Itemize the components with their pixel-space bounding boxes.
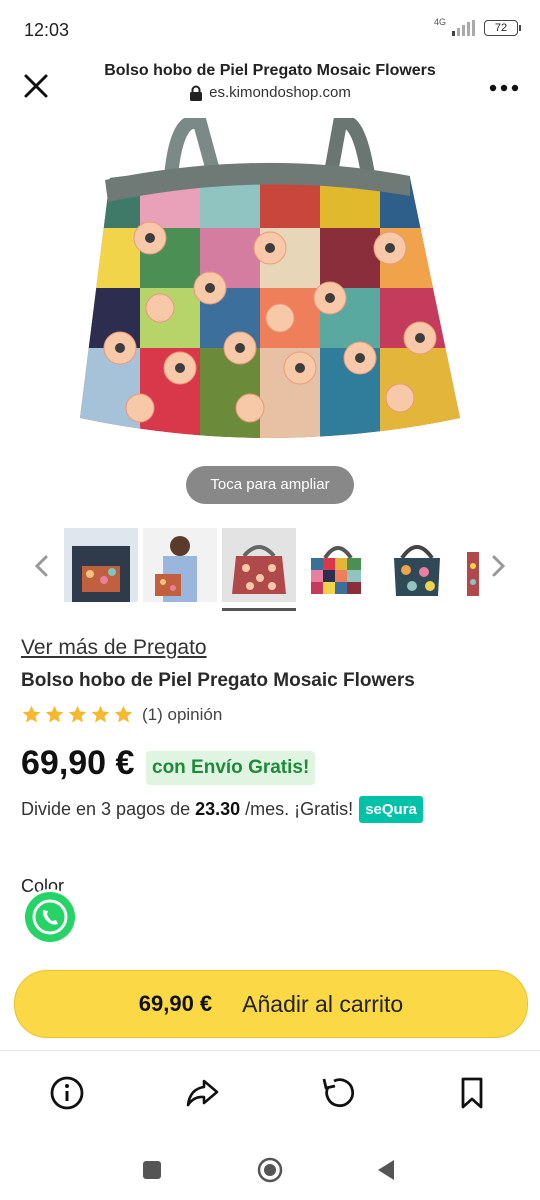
bookmark-icon[interactable] xyxy=(454,1075,490,1111)
product-price: 69,90 € xyxy=(21,744,135,782)
cart-button-label: Añadir al carrito xyxy=(242,990,404,1017)
system-navigation-bar xyxy=(0,1142,540,1200)
page-title-block: Bolso hobo de Piel Pregato Mosaic Flower… xyxy=(80,62,460,101)
thumbnail-image xyxy=(380,528,454,602)
cart-button-price: 69,90 € xyxy=(138,991,213,1016)
star-icon xyxy=(45,705,64,723)
browser-bottom-toolbar xyxy=(0,1050,540,1143)
star-icon xyxy=(91,705,110,723)
browser-topbar: Bolso hobo de Piel Pregato Mosaic Flower… xyxy=(0,56,540,119)
chevron-right-icon[interactable] xyxy=(488,554,508,578)
sequra-badge[interactable]: seQura xyxy=(359,796,423,823)
star-icon xyxy=(22,705,41,723)
installments-suffix: /mes. ¡Gratis! xyxy=(245,799,354,819)
page-title: Bolso hobo de Piel Pregato Mosaic Flower… xyxy=(104,62,436,79)
thumbnail-4[interactable] xyxy=(301,528,375,602)
thumbnail-carousel xyxy=(0,520,540,616)
lock-icon xyxy=(190,85,203,101)
brand-link[interactable]: Ver más de Pregato xyxy=(21,636,207,660)
active-thumbnail-indicator xyxy=(222,608,296,611)
star-icon xyxy=(114,705,133,723)
status-time: 12:03 xyxy=(24,20,70,40)
thumbnail-3[interactable] xyxy=(222,528,296,602)
product-main-image[interactable]: Toca para ampliar xyxy=(0,114,540,510)
thumbnail-1[interactable] xyxy=(64,528,138,602)
free-shipping-badge: con Envío Gratis! xyxy=(146,751,316,785)
back-icon[interactable] xyxy=(372,1156,400,1184)
domain-text: es.kimondoshop.com xyxy=(209,84,351,101)
thumbnail-6[interactable] xyxy=(459,528,479,602)
zoom-hint[interactable]: Toca para ampliar xyxy=(186,466,354,504)
add-to-cart-button[interactable]: 69,90 € Añadir al carrito xyxy=(14,970,528,1038)
url-row: es.kimondoshop.com xyxy=(80,84,460,101)
recents-icon[interactable] xyxy=(138,1156,166,1184)
reload-icon[interactable] xyxy=(320,1075,356,1111)
installments-prefix: Divide en 3 pagos de xyxy=(21,799,191,819)
thumbnail-image xyxy=(64,528,138,602)
home-icon[interactable] xyxy=(256,1156,284,1184)
close-icon[interactable] xyxy=(18,68,54,104)
star-icon xyxy=(68,705,87,723)
rating-text[interactable]: (1) opinión xyxy=(142,705,222,725)
thumbnail-image xyxy=(459,528,479,602)
info-icon[interactable] xyxy=(49,1075,85,1111)
battery-icon: 72 xyxy=(484,20,521,36)
installments-row: Divide en 3 pagos de 23.30 /mes. ¡Gratis… xyxy=(21,796,423,823)
thumbnail-2[interactable] xyxy=(143,528,217,602)
thumbnail-image xyxy=(301,528,375,602)
bag-illustration xyxy=(80,114,460,438)
rating-row[interactable]: (1) opinión xyxy=(21,704,222,725)
thumbnail-image xyxy=(143,528,217,602)
chevron-left-icon[interactable] xyxy=(32,554,52,578)
installments-amount: 23.30 xyxy=(195,799,241,819)
share-icon[interactable] xyxy=(184,1075,220,1111)
network-type: 4G xyxy=(433,17,446,27)
thumbnail-image xyxy=(222,528,296,602)
more-options-icon[interactable] xyxy=(486,74,522,102)
signal-icon xyxy=(452,20,475,36)
product-name: Bolso hobo de Piel Pregato Mosaic Flower… xyxy=(21,670,415,691)
thumbnail-5[interactable] xyxy=(380,528,454,602)
whatsapp-icon[interactable] xyxy=(20,888,80,948)
status-bar: 12:03 4G 72 xyxy=(0,0,540,56)
status-icons: 4G 72 xyxy=(433,17,521,36)
